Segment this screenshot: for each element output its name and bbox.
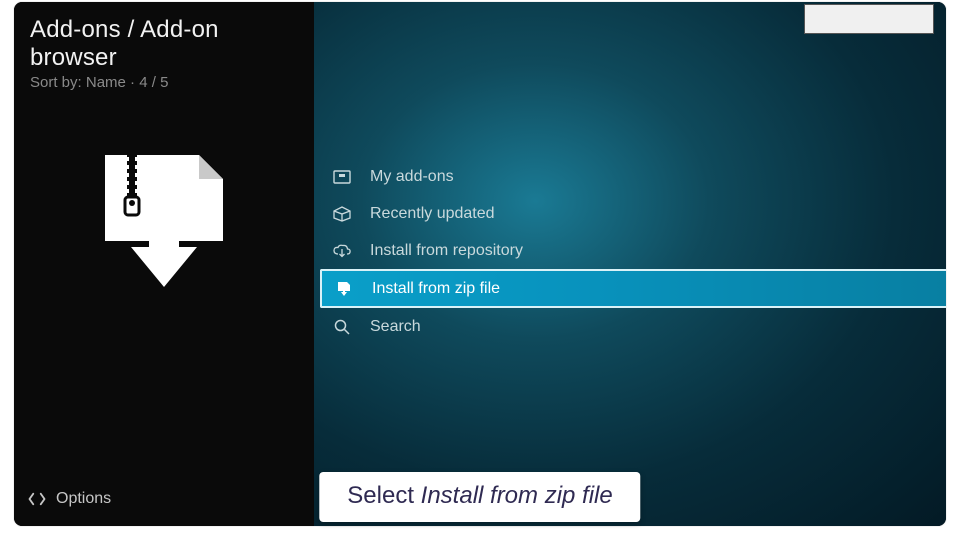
zip-download-icon: [334, 281, 354, 297]
menu-item-search[interactable]: Search: [314, 308, 946, 345]
menu-label: Recently updated: [370, 205, 495, 223]
options-arrows-icon: [28, 490, 46, 508]
instruction-caption: Select Install from zip file: [319, 472, 640, 522]
menu-label: Search: [370, 318, 421, 336]
options-label: Options: [56, 490, 111, 508]
menu-item-my-addons[interactable]: My add-ons: [314, 158, 946, 195]
menu-label: Install from repository: [370, 242, 523, 260]
zip-file-download-icon: [99, 151, 229, 291]
box-icon: [332, 206, 352, 222]
search-icon: [332, 319, 352, 335]
top-right-box: [804, 4, 934, 34]
menu-item-recently-updated[interactable]: Recently updated: [314, 195, 946, 232]
breadcrumb: Add-ons / Add-on browser: [30, 16, 298, 72]
cloud-download-icon: [332, 244, 352, 258]
app-window: Add-ons / Add-on browser Sort by: Name ·…: [14, 2, 946, 526]
menu-label: My add-ons: [370, 168, 454, 186]
menu-item-install-from-repository[interactable]: Install from repository: [314, 232, 946, 269]
addons-icon: [332, 170, 352, 184]
options-button[interactable]: Options: [14, 490, 314, 512]
menu-item-install-from-zip[interactable]: Install from zip file: [320, 269, 946, 308]
sort-line: Sort by: Name · 4 / 5: [30, 74, 298, 91]
content-panel: My add-ons Recently updated Install from…: [314, 2, 946, 526]
addon-menu: My add-ons Recently updated Install from…: [314, 158, 946, 345]
left-panel: Add-ons / Add-on browser Sort by: Name ·…: [14, 2, 314, 526]
menu-label: Install from zip file: [372, 280, 500, 298]
